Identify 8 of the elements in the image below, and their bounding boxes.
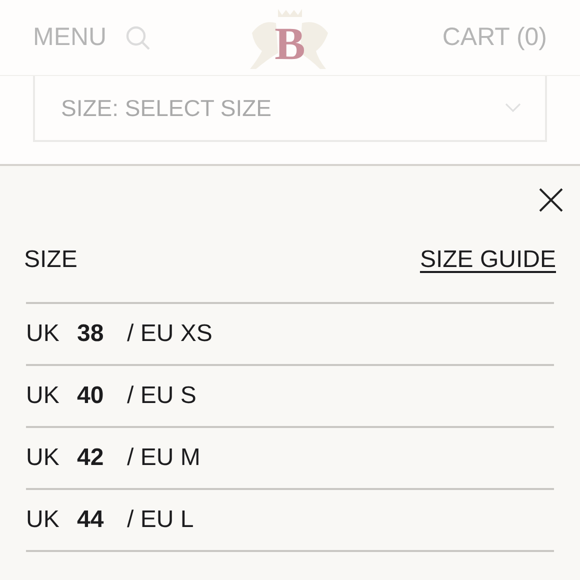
close-icon[interactable] — [539, 188, 563, 212]
size-option[interactable]: UK 38 / EU XS — [26, 304, 554, 366]
size-heading: SIZE — [24, 245, 78, 275]
chevron-down-icon — [505, 103, 521, 113]
size-option[interactable]: UK 40 / EU S — [26, 366, 554, 428]
size-option[interactable]: UK 42 / EU M — [26, 428, 554, 490]
size-guide-link[interactable]: SIZE GUIDE — [420, 242, 556, 278]
size-option[interactable]: UK 44 / EU L — [26, 490, 554, 552]
